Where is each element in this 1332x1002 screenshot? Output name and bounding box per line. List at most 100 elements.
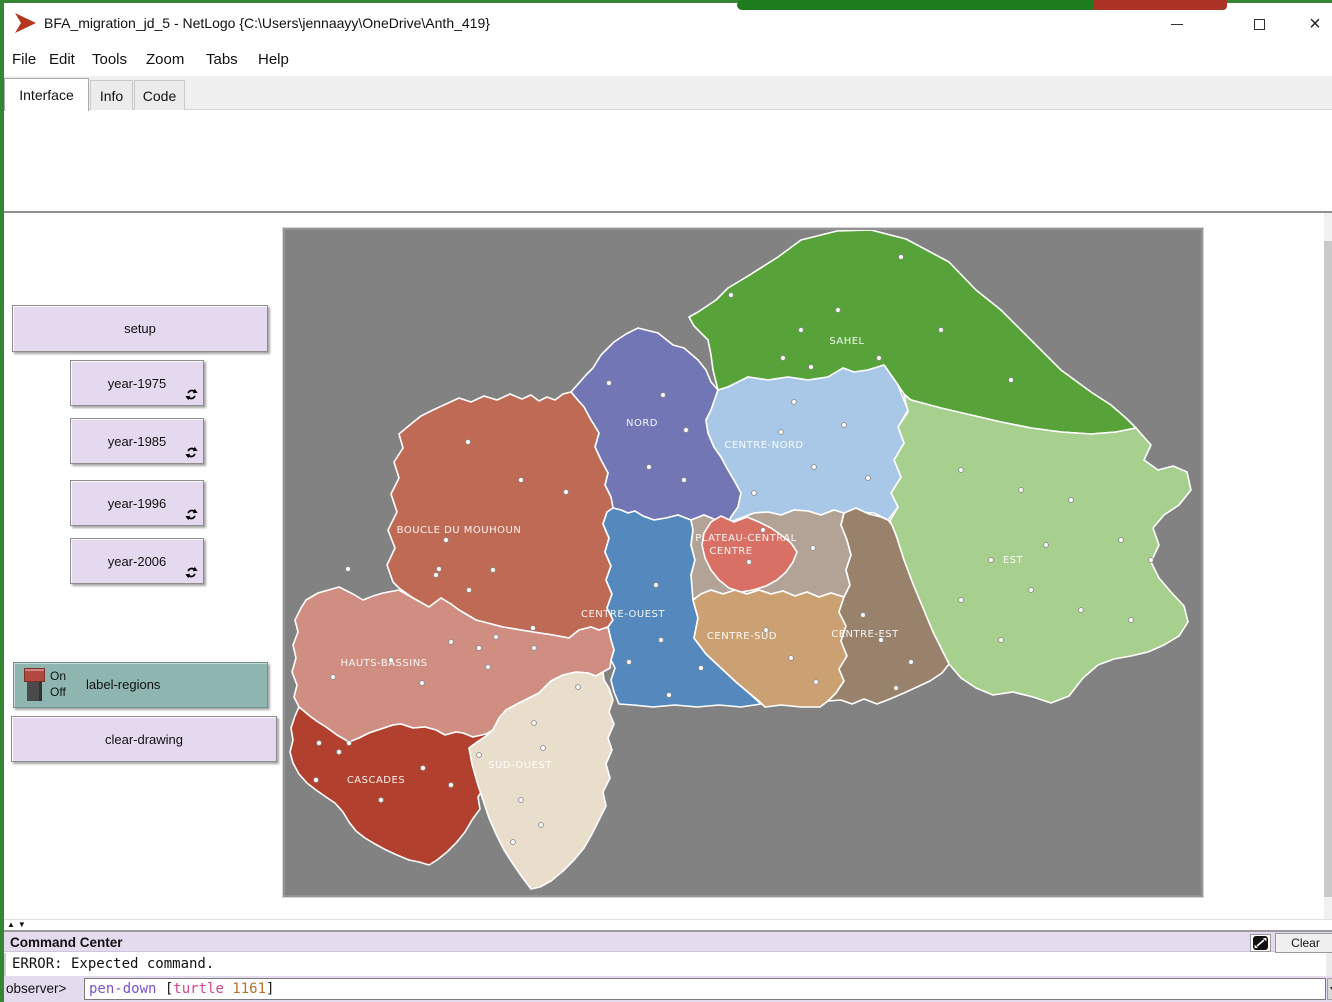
city-dot [747, 560, 752, 565]
city-dot [511, 840, 516, 845]
city-dot [317, 741, 322, 746]
menu-item-edit[interactable]: Edit [49, 51, 75, 68]
tab-info[interactable]: Info [90, 80, 133, 110]
clear-button[interactable]: Clear [1275, 933, 1332, 953]
world-view-frame: SAHELESTNORDCENTRE-NORDBOUCLE DU MOUHOUN… [283, 228, 1203, 897]
city-dot [814, 680, 819, 685]
city-dot [519, 798, 524, 803]
city-dot [812, 465, 817, 470]
tab-code[interactable]: Code [134, 80, 185, 110]
screenshare-border-left [0, 0, 4, 1002]
city-dot [337, 750, 342, 755]
close-button[interactable]: × [1298, 9, 1332, 39]
command-center-title: Command Center [10, 935, 123, 950]
vertical-scrollbar-thumb[interactable] [1324, 241, 1332, 897]
city-dot [909, 660, 914, 665]
command-input[interactable]: pen-down [turtle 1161] [84, 978, 1326, 1000]
city-dot [539, 823, 544, 828]
city-dot [491, 568, 496, 573]
expand-icon [1253, 936, 1268, 950]
history-button[interactable]: ▾ [1327, 978, 1332, 1000]
city-dot [842, 423, 847, 428]
city-dot [449, 640, 454, 645]
output-scrollbar[interactable] [1326, 953, 1332, 976]
city-dot [1044, 543, 1049, 548]
expand-command-center-button[interactable] [1250, 934, 1271, 952]
city-dot [576, 685, 581, 690]
city-dot [486, 665, 491, 670]
city-dot [519, 478, 524, 483]
vertical-scrollbar[interactable] [1324, 213, 1332, 919]
setup-button[interactable]: setup [12, 305, 268, 352]
city-dot [752, 491, 757, 496]
year-1985-button[interactable]: year-1985 [70, 418, 204, 464]
menu-item-zoom[interactable]: Zoom [146, 51, 184, 68]
recording-indicator-green [737, 0, 1093, 10]
switch-handle[interactable] [24, 668, 45, 682]
tab-interface[interactable]: Interface [4, 78, 89, 111]
label-regions-switch[interactable]: On Off label-regions [13, 662, 268, 708]
city-dot [684, 428, 689, 433]
city-dot [420, 681, 425, 686]
city-dot [809, 365, 814, 370]
minimize-button[interactable] [1160, 9, 1194, 39]
forever-icon [185, 508, 198, 521]
region-label-nord: NORD [626, 418, 658, 429]
recording-indicator-red [1093, 0, 1227, 10]
city-dot [959, 598, 964, 603]
city-dot [1119, 538, 1124, 543]
city-dot [894, 686, 899, 691]
tab-bar: Interface Info Code [4, 76, 1332, 110]
interface-toolbar: ✎ Edit Delete Add abc Button normal spee… [4, 110, 1332, 213]
clear-drawing-button[interactable]: clear-drawing [11, 716, 277, 762]
close-icon: × [1309, 14, 1321, 34]
city-dot [1029, 588, 1034, 593]
city-dot [477, 646, 482, 651]
city-dot [1149, 558, 1154, 563]
menu-item-file[interactable]: File [12, 51, 36, 68]
city-dot [699, 666, 704, 671]
city-dot [861, 613, 866, 618]
command-token: [ [156, 981, 173, 997]
city-dot [781, 356, 786, 361]
year-2006-button[interactable]: year-2006 [70, 538, 204, 584]
command-center-splitter[interactable]: ▲▼ [4, 919, 1332, 930]
city-dot [437, 567, 442, 572]
splitter-arrows-icon[interactable]: ▲▼ [7, 920, 29, 930]
menu-item-help[interactable]: Help [258, 51, 289, 68]
city-dot [467, 588, 472, 593]
world-view[interactable]: SAHELESTNORDCENTRE-NORDBOUCLE DU MOUHOUN… [285, 230, 1201, 895]
forever-icon [185, 446, 198, 459]
region-label-sud-ouest: SUD-OUEST [488, 760, 552, 771]
year-2006-label: year-2006 [108, 554, 167, 569]
city-dot [444, 538, 449, 543]
window-title: BFA_migration_jd_5 - NetLogo {C:\Users\j… [44, 15, 490, 31]
city-dot [659, 638, 664, 643]
city-dot [866, 476, 871, 481]
menu-item-tools[interactable]: Tools [92, 51, 127, 68]
menu-item-tabs[interactable]: Tabs [206, 51, 238, 68]
city-dot [532, 646, 537, 651]
city-dot [477, 753, 482, 758]
city-dot [877, 356, 882, 361]
year-1975-button[interactable]: year-1975 [70, 360, 204, 406]
observer-prompt[interactable]: observer> [6, 981, 66, 996]
city-dot [1069, 498, 1074, 503]
region-boucle-du-mouhoun [387, 392, 613, 638]
region-label-centre: CENTRE [709, 546, 752, 557]
region-label-centre-ouest: CENTRE-OUEST [581, 609, 665, 620]
city-dot [449, 783, 454, 788]
city-dot [761, 528, 766, 533]
city-dot [314, 778, 319, 783]
maximize-button[interactable] [1242, 9, 1276, 39]
city-dot [999, 638, 1004, 643]
city-dot [647, 465, 652, 470]
city-dot [779, 430, 784, 435]
region-label-cascades: CASCADES [347, 775, 405, 786]
year-1996-button[interactable]: year-1996 [70, 480, 204, 526]
city-dot [811, 546, 816, 551]
city-dot [541, 746, 546, 751]
city-dot [347, 741, 352, 746]
region-label-centre-est: CENTRE-EST [831, 629, 899, 640]
minimize-icon [1171, 24, 1183, 25]
